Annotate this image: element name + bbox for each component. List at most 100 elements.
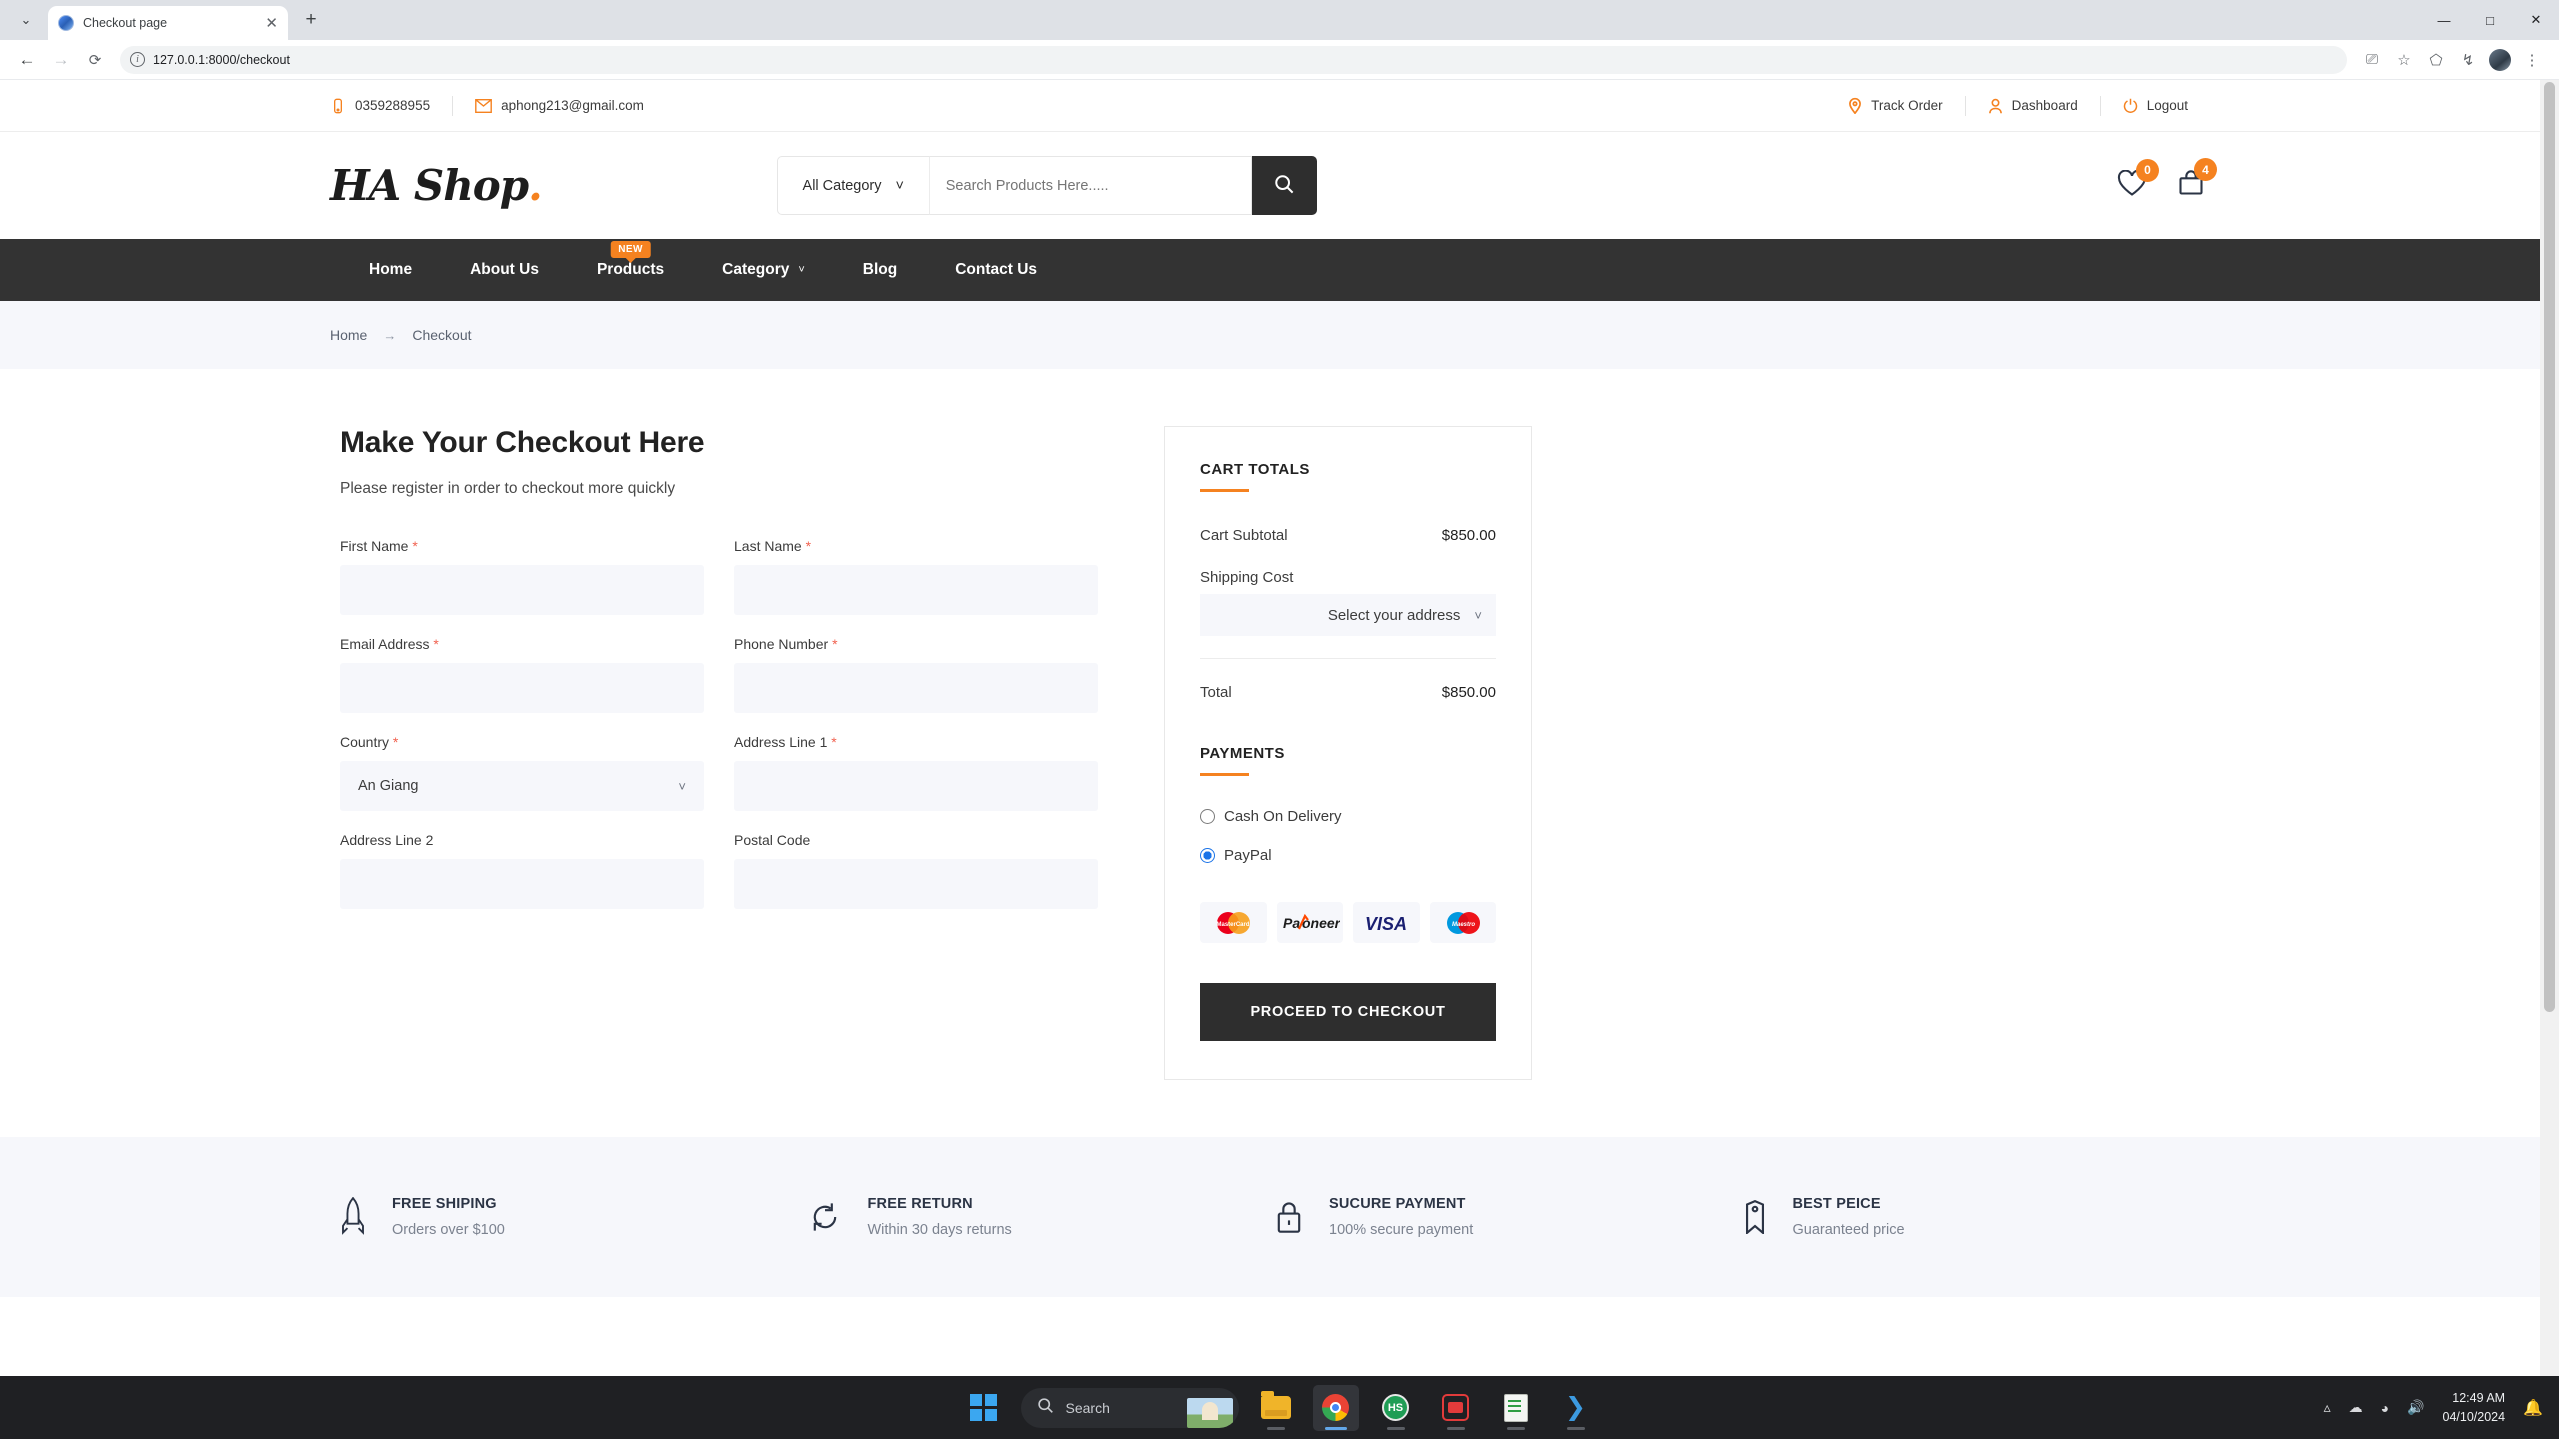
close-window-button[interactable]: ✕ <box>2513 0 2559 40</box>
feature-subtitle: Orders over $100 <box>392 1222 505 1238</box>
payment-option-label: Cash On Delivery <box>1224 808 1342 825</box>
taskbar-app-vscode[interactable]: ❯ <box>1553 1385 1599 1431</box>
tab-strip: ⌄ Checkout page ✕ + — □ ✕ <box>0 0 2559 40</box>
search-highlight-thumbnail <box>1186 1397 1233 1428</box>
radio-icon[interactable] <box>1200 809 1215 824</box>
radio-icon-selected[interactable] <box>1200 848 1215 863</box>
new-tab-button[interactable]: + <box>294 3 328 37</box>
phone-number-input[interactable] <box>734 663 1098 713</box>
page-scrollbar[interactable] <box>2540 80 2559 1376</box>
proceed-to-checkout-button[interactable]: PROCEED TO CHECKOUT <box>1200 983 1496 1041</box>
wifi-icon[interactable]: ◕ <box>2381 1400 2389 1416</box>
minimize-button[interactable]: — <box>2421 0 2467 40</box>
shipping-address-select[interactable]: Select your address ˅ <box>1200 594 1496 636</box>
site-logo[interactable]: HA Shop. <box>330 161 543 210</box>
address-line-2-input[interactable] <box>340 859 704 909</box>
track-order-link[interactable]: Track Order <box>1848 97 1965 114</box>
notifications-bell-icon[interactable]: 🔔 <box>2523 1398 2543 1418</box>
feature-title: SUCURE PAYMENT <box>1329 1196 1466 1212</box>
email-info[interactable]: aphong213@gmail.com <box>453 98 666 113</box>
nav-label: Contact Us <box>955 261 1038 278</box>
volume-icon[interactable]: 🔊 <box>2407 1399 2424 1416</box>
last-name-input[interactable] <box>734 565 1098 615</box>
maximize-button[interactable]: □ <box>2467 0 2513 40</box>
nav-item-home[interactable]: Home <box>340 239 441 301</box>
breadcrumb-home[interactable]: Home <box>330 327 367 343</box>
nav-label: Blog <box>862 261 898 278</box>
shipping-cost-row: Shipping Cost <box>1200 569 1496 586</box>
wishlist-button[interactable]: 0 <box>2117 158 2159 202</box>
bookmark-star-icon[interactable]: ☆ <box>2389 45 2419 75</box>
shipping-cost-label: Shipping Cost <box>1200 569 1294 586</box>
tab-close-icon[interactable]: ✕ <box>265 16 278 31</box>
nav-item-blog[interactable]: Blog <box>834 239 926 301</box>
email-address-input[interactable] <box>340 663 704 713</box>
phone-info[interactable]: 0359288955 <box>330 98 452 114</box>
nav-item-contact-us[interactable]: Contact Us <box>926 239 1066 301</box>
category-select[interactable]: All Category ˅ <box>776 156 929 215</box>
nav-label: About Us <box>470 261 539 278</box>
taskbar-app-screen-recorder[interactable] <box>1433 1385 1479 1431</box>
search-button[interactable] <box>1251 156 1317 215</box>
taskbar-clock[interactable]: 12:49 AM 04/10/2024 <box>2443 1389 2506 1425</box>
logout-link[interactable]: Logout <box>2101 98 2210 113</box>
windows-logo-icon <box>970 1394 997 1421</box>
reload-icon[interactable]: ⟳ <box>80 45 110 75</box>
back-icon[interactable]: ← <box>12 45 42 75</box>
chrome-menu-icon[interactable]: ⋮ <box>2517 45 2547 75</box>
site-info-icon[interactable]: i <box>130 52 145 67</box>
power-icon <box>2123 98 2138 113</box>
browser-tab[interactable]: Checkout page ✕ <box>48 6 288 40</box>
feature-subtitle: Within 30 days returns <box>867 1222 1012 1238</box>
dashboard-label: Dashboard <box>2011 98 2078 113</box>
window-controls: — □ ✕ <box>2421 0 2559 40</box>
scrollbar-thumb[interactable] <box>2544 82 2555 1012</box>
feature-free-return: FREE RETURN Within 30 days returns <box>808 1196 1276 1238</box>
cart-button[interactable]: 4 <box>2177 158 2217 202</box>
taskbar-app-notepad[interactable] <box>1493 1385 1539 1431</box>
maestro-icon: Maestro <box>1429 902 1496 943</box>
order-summary-column: CART TOTALS Cart Subtotal $850.00 Shippi… <box>1164 426 1532 1080</box>
nav-item-products[interactable]: NEW Products <box>568 239 693 301</box>
tab-favicon-icon <box>58 15 74 31</box>
country-select[interactable]: An Giang ˅ <box>340 761 704 811</box>
start-button[interactable] <box>961 1385 1007 1431</box>
payment-option-label: PayPal <box>1224 847 1272 864</box>
lock-icon <box>1275 1200 1303 1234</box>
cart-totals-card: CART TOTALS Cart Subtotal $850.00 Shippi… <box>1164 426 1532 1080</box>
show-hidden-icons-chevron-icon[interactable]: ▵ <box>2324 1399 2331 1416</box>
search-input[interactable] <box>928 156 1252 215</box>
search-icon <box>1274 174 1294 197</box>
nav-item-category[interactable]: Category ˅ <box>693 239 834 301</box>
dashboard-link[interactable]: Dashboard <box>1966 98 2100 114</box>
onedrive-cloud-icon[interactable]: ☁ <box>2349 1399 2363 1416</box>
install-app-icon[interactable]: ⎚ <box>2357 45 2387 75</box>
taskbar-app-file-explorer[interactable] <box>1253 1385 1299 1431</box>
first-name-input[interactable] <box>340 565 704 615</box>
field-email-address: Email Address * <box>340 636 704 713</box>
payment-option-cash-on-delivery[interactable]: Cash On Delivery <box>1200 808 1496 825</box>
forward-icon[interactable]: → <box>46 45 76 75</box>
nav-item-about-us[interactable]: About Us <box>441 239 568 301</box>
cart-total-label: Total <box>1200 684 1232 701</box>
taskbar-app-hs[interactable]: HS <box>1373 1385 1419 1431</box>
windows-taskbar: Search HS ❯ ▵ ☁ ◕ 🔊 12:49 AM 04/10/2024 … <box>0 1376 2559 1439</box>
downloads-icon[interactable]: ↯ <box>2453 45 2483 75</box>
extensions-icon[interactable]: ⬠ <box>2421 45 2451 75</box>
field-label: Address Line 2 <box>340 832 434 848</box>
postal-code-input[interactable] <box>734 859 1098 909</box>
address-bar[interactable]: i 127.0.0.1:8000/checkout <box>120 45 2347 74</box>
profile-avatar[interactable] <box>2485 45 2515 75</box>
tab-search-icon[interactable]: ⌄ <box>4 3 48 37</box>
nav-label: Home <box>369 261 413 278</box>
taskbar-app-chrome[interactable] <box>1312 1384 1359 1431</box>
page-title: Make Your Checkout Here <box>340 426 705 459</box>
phone-number: 0359288955 <box>355 98 431 113</box>
hs-icon: HS <box>1382 1394 1409 1421</box>
checkout-form-column: Make Your Checkout Here Please register … <box>330 426 1098 1080</box>
track-order-label: Track Order <box>1871 98 1943 113</box>
taskbar-search[interactable]: Search <box>1020 1387 1239 1428</box>
payment-option-paypal[interactable]: PayPal <box>1200 847 1496 864</box>
address-line-1-input[interactable] <box>734 761 1098 811</box>
breadcrumb-arrow-icon: → <box>383 327 397 343</box>
